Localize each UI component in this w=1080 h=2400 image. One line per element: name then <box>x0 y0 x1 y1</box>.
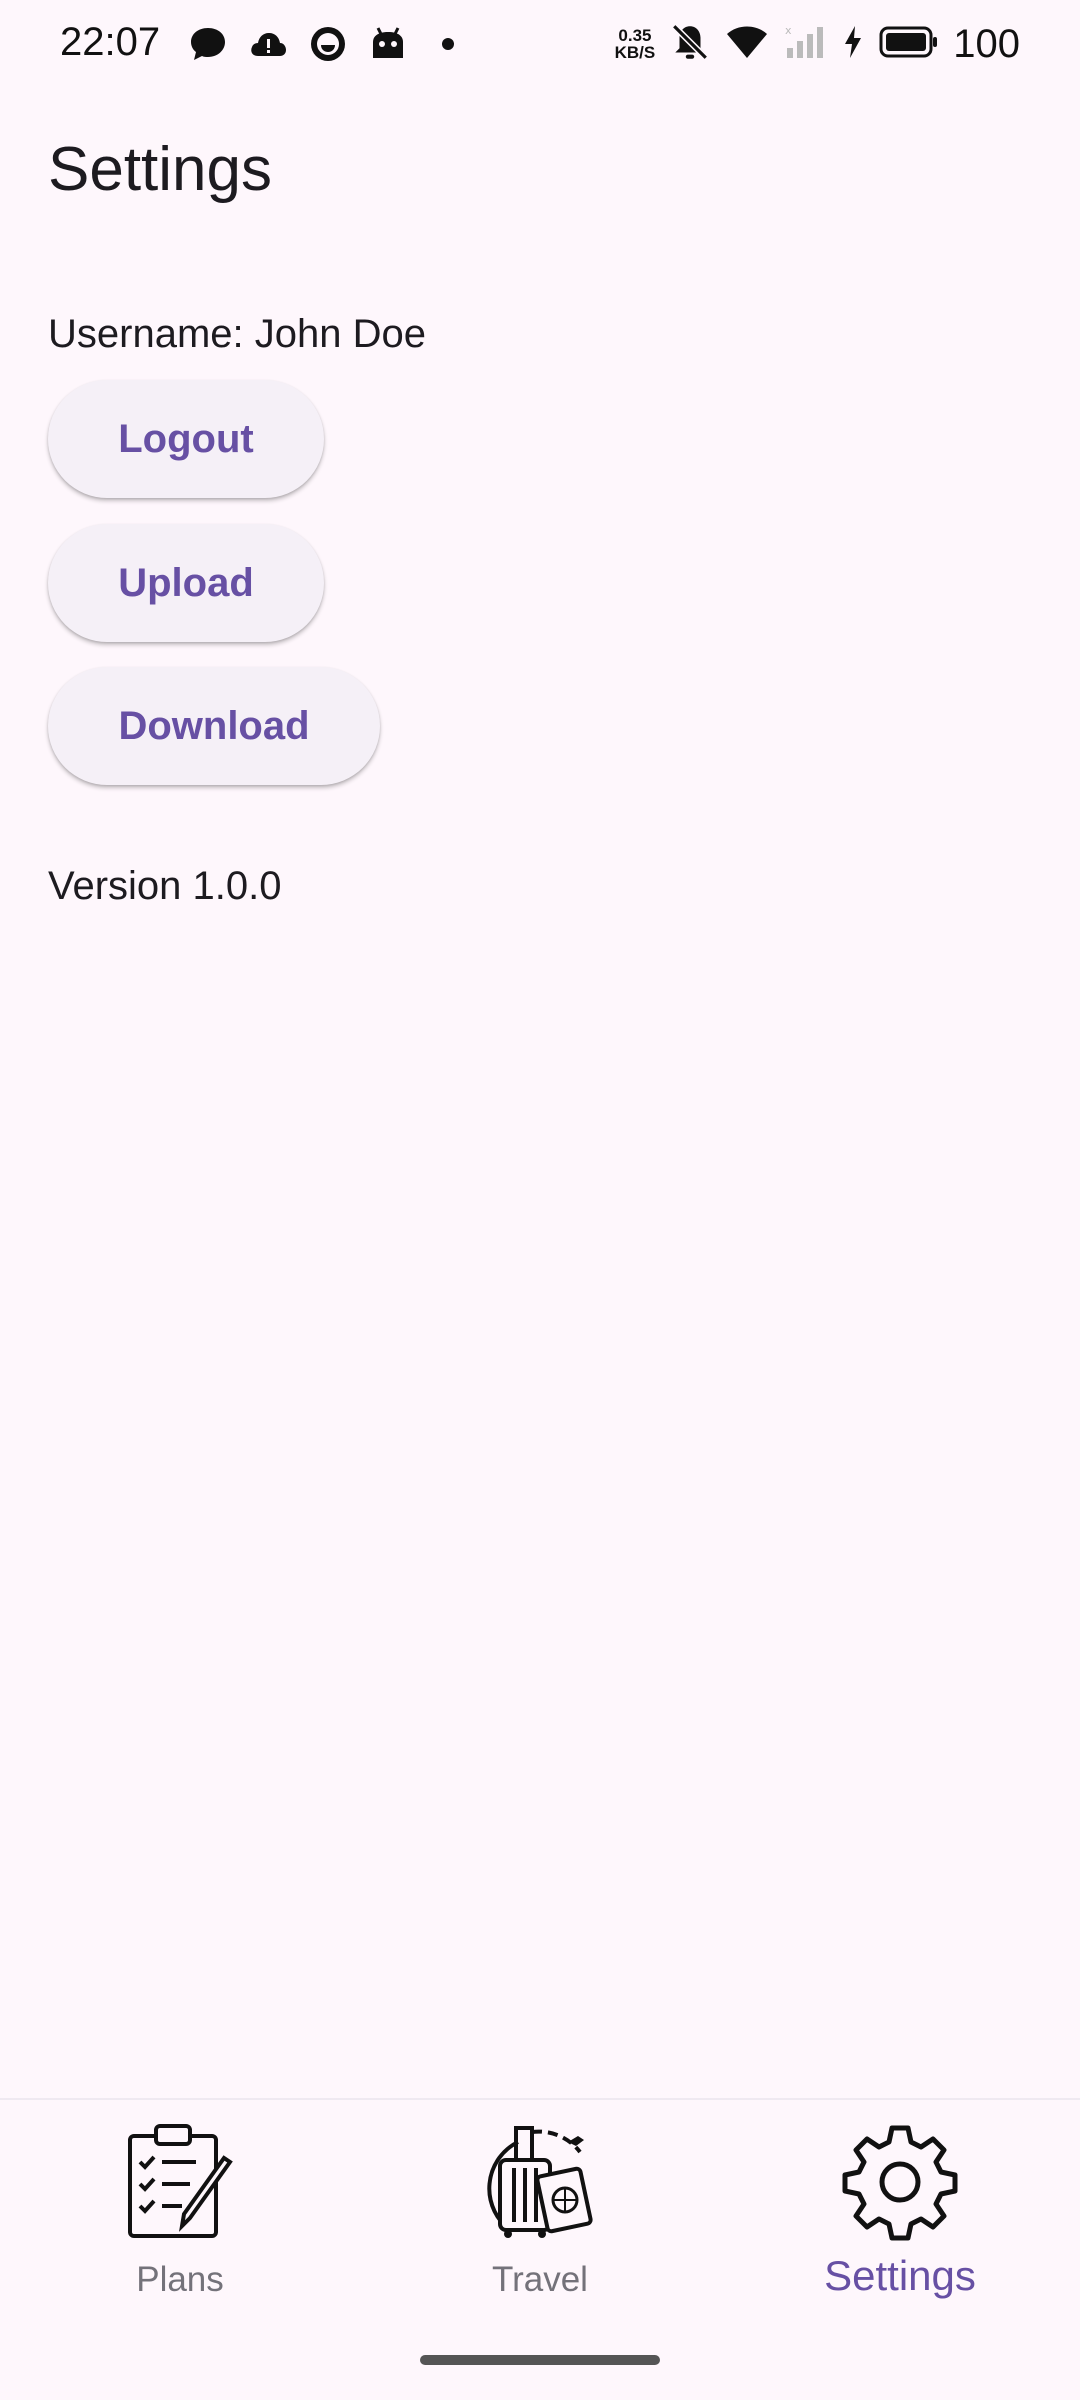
page-title: Settings <box>48 135 273 204</box>
notification-dot-icon <box>428 24 468 64</box>
system-status-icons: 0.35 KB/S x 100 <box>615 20 1020 68</box>
wifi-icon <box>725 22 769 67</box>
notification-icons <box>188 24 468 64</box>
bottom-navigation: Plans Travel Settings <box>0 2098 1080 2330</box>
network-speed: 0.35 KB/S <box>615 27 656 61</box>
nav-label-plans: Plans <box>136 2260 224 2299</box>
gear-icon <box>840 2122 960 2242</box>
version-text: Version 1.0.0 <box>48 864 282 908</box>
chat-bubble-icon <box>188 24 228 64</box>
nav-item-settings[interactable]: Settings <box>720 2100 1080 2330</box>
cellular-signal-icon: x <box>783 22 827 67</box>
nav-item-plans[interactable]: Plans <box>0 2100 360 2330</box>
clipboard-checklist-icon <box>120 2122 240 2242</box>
upload-button[interactable]: Upload <box>48 524 324 642</box>
mute-icon <box>669 21 711 68</box>
android-icon <box>368 24 408 64</box>
nav-label-travel: Travel <box>492 2260 588 2299</box>
status-bar: 22:07 0.35 KB/S x 100 <box>0 0 1080 92</box>
nav-item-travel[interactable]: Travel <box>360 2100 720 2330</box>
logout-button[interactable]: Logout <box>48 380 324 498</box>
cloud-alert-icon <box>248 24 288 64</box>
charging-icon <box>841 22 865 67</box>
net-speed-value: 0.35 <box>618 26 652 45</box>
water-drop-icon <box>308 24 348 64</box>
nav-label-settings: Settings <box>824 2252 976 2299</box>
battery-icon <box>879 25 939 64</box>
username-text: Username: John Doe <box>48 312 426 356</box>
download-button[interactable]: Download <box>48 667 380 785</box>
svg-text:x: x <box>785 24 792 37</box>
luggage-passport-icon <box>480 2122 600 2242</box>
battery-level: 100 <box>953 21 1020 66</box>
net-speed-unit: KB/S <box>614 43 656 62</box>
home-indicator[interactable] <box>420 2355 660 2365</box>
status-time: 22:07 <box>60 20 161 64</box>
